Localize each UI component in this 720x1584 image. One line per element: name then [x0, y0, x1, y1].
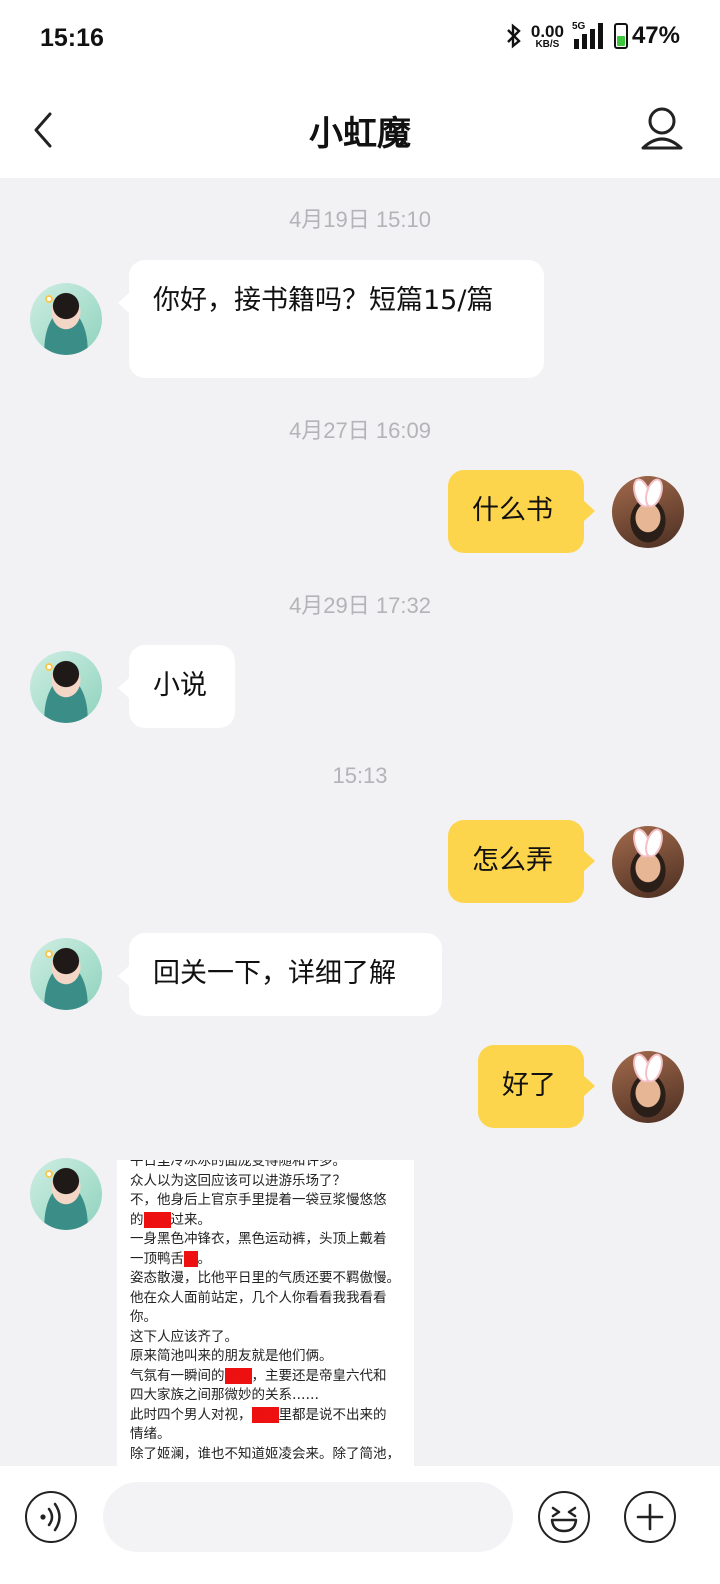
message-bubble[interactable]: 怎么弄 — [448, 820, 595, 903]
contact-avatar[interactable] — [30, 283, 102, 355]
image-text-line: 原来简池叫来的朋友就是他们俩。 — [130, 1348, 333, 1364]
image-text-line: 除了姬澜，谁也不知道姬凌会来。除了简池， — [130, 1445, 400, 1462]
nav-bar: 小虹魔 — [0, 82, 720, 178]
image-text-line: 这下人应该齐了。 — [130, 1328, 238, 1345]
message-bubble[interactable]: 小说 — [118, 645, 235, 728]
contact-avatar[interactable] — [30, 938, 102, 1010]
network-type: 5G — [571, 21, 586, 32]
image-text-line: 一顶鸭舌帽。 — [130, 1250, 211, 1267]
image-text-line: 气氛有一瞬间的凝滞，主要还是帝皇六代和 — [130, 1367, 387, 1384]
image-text-line: 不，他身后上官京手里提着一袋豆浆慢悠悠 — [130, 1192, 387, 1208]
user-avatar[interactable] — [612, 826, 684, 898]
user-avatar[interactable] — [612, 1051, 684, 1123]
message-bubble[interactable]: 好了 — [478, 1045, 595, 1128]
battery-percent: 47% — [631, 22, 680, 49]
image-text-line: 此时四个男人对视，眸子里都是说不出来的 — [130, 1406, 387, 1423]
status-icons: 0.00 KB/S 5G 47% — [505, 21, 680, 50]
timestamp: 4月29日 17:32 — [289, 593, 431, 618]
redacted-mark: 帽 — [184, 1250, 198, 1267]
image-text-line: 姿态散漫，比他平日里的气质还要不羁傲慢。 — [130, 1270, 400, 1286]
contact-avatar[interactable] — [30, 651, 102, 723]
redacted-mark: 眸子 — [251, 1406, 279, 1423]
timestamp: 15:13 — [332, 763, 388, 788]
image-message[interactable]: 平日里冷冰冰的面庞变得随和许多。 众人以为这回应该可以进游乐场了？ 不，他身后上… — [117, 1160, 414, 1466]
message-bubble[interactable]: 什么书 — [448, 470, 595, 553]
redacted-mark: 凝滞 — [224, 1367, 252, 1384]
net-speed-unit: KB/S — [535, 38, 560, 50]
timestamp: 4月19日 15:10 — [289, 207, 431, 232]
battery-icon — [613, 23, 628, 49]
status-time: 15:16 — [40, 24, 104, 52]
message-input[interactable] — [103, 1482, 513, 1552]
image-text-line: 一身黑色冲锋衣，黑色运动裤，头顶上戴着 — [130, 1231, 387, 1247]
status-bar: 15:16 0.00 KB/S 5G 47% — [0, 0, 720, 82]
person-icon[interactable] — [640, 104, 684, 152]
message-bubble[interactable]: 你好，接书籍吗？短篇15/篇 — [118, 260, 544, 378]
contact-avatar[interactable] — [30, 1158, 102, 1230]
image-text-line: 平日里冷冰冰的面庞变得随和许多。 — [130, 1160, 346, 1169]
image-text-line: 四大家族之间那微妙的关系…… — [130, 1387, 319, 1403]
emoji-icon[interactable] — [538, 1491, 590, 1543]
timestamp: 4月27日 16:09 — [289, 418, 431, 443]
image-text-line: 众人以为这回应该可以进游乐场了？ — [130, 1172, 346, 1189]
bluetooth-icon — [507, 23, 521, 49]
signal-icon: 5G — [571, 21, 606, 49]
message-bubble[interactable]: 回关一下，详细了解 — [118, 933, 442, 1016]
image-text-line: 的走来过来。 — [130, 1211, 211, 1228]
input-bar — [0, 1466, 720, 1584]
user-avatar[interactable] — [612, 476, 684, 548]
image-text-line: 他在众人面前站定，几个人你看看我我看看 — [130, 1289, 387, 1306]
voice-icon[interactable] — [25, 1491, 77, 1543]
battery: 47% — [613, 22, 680, 50]
net-speed-value: 0.00 — [530, 21, 564, 41]
net-speed: 0.00 KB/S — [531, 23, 564, 50]
image-text-line: 情绪。 — [130, 1426, 171, 1442]
plus-icon[interactable] — [624, 1491, 676, 1543]
chat-title: 小虹魔 — [309, 114, 411, 154]
image-text-line: 你。 — [130, 1309, 157, 1325]
redacted-mark: 走来 — [143, 1211, 171, 1228]
